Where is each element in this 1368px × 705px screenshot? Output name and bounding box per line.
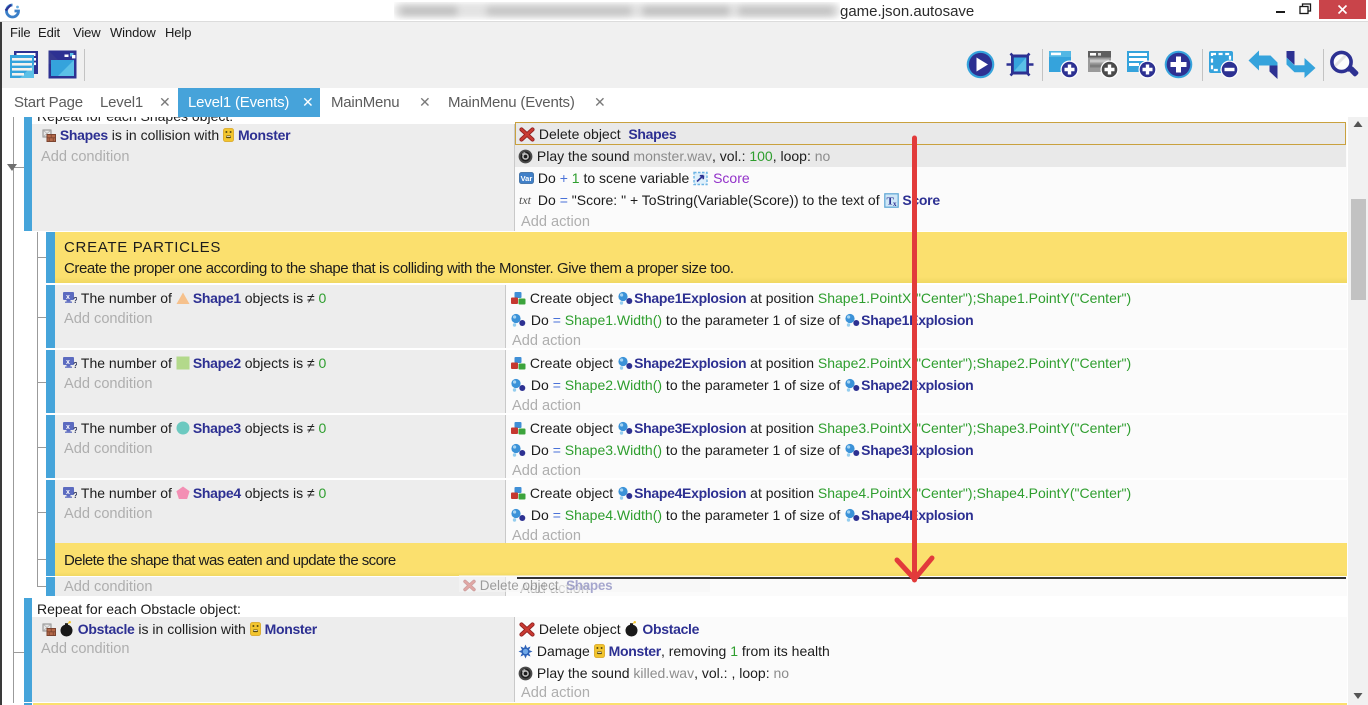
svg-text:x: x	[66, 424, 70, 431]
svg-text:x: x	[66, 359, 70, 366]
svg-text:x: x	[66, 489, 70, 496]
svg-text:txt: txt	[519, 193, 532, 207]
svg-text:x: x	[66, 294, 70, 301]
svg-text:Var: Var	[521, 174, 533, 183]
